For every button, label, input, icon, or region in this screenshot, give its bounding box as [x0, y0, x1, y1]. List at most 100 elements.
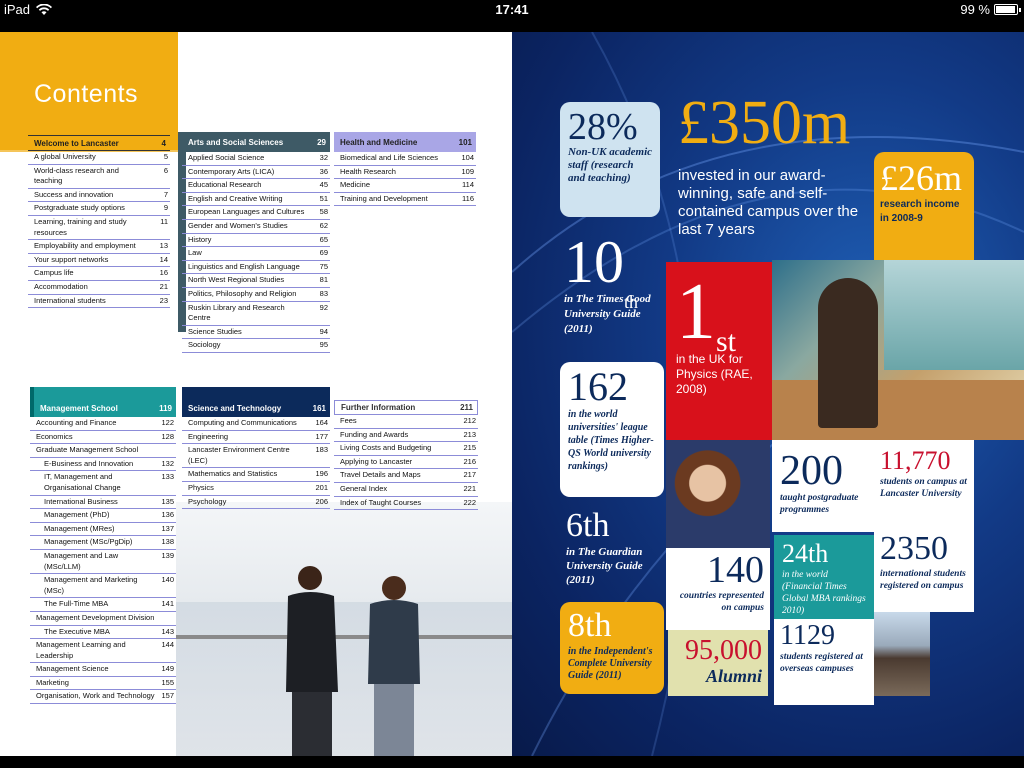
toc-entry[interactable]: Educational Research 45 — [182, 179, 330, 193]
toc-entry[interactable]: Management Learning and Leadership 144 — [30, 639, 176, 664]
toc-entry[interactable]: IT, Management and Organisational Change… — [30, 471, 176, 496]
toc-entry[interactable]: Politics, Philosophy and Religion 83 — [182, 288, 330, 302]
toc-entry[interactable]: Contemporary Arts (LICA) 36 — [182, 166, 330, 180]
toc-entry[interactable]: The Full-Time MBA 141 — [30, 598, 176, 612]
toc-entry[interactable]: Health Research 109 — [334, 166, 476, 180]
toc-entry-title: Mathematics and Statistics — [188, 469, 278, 479]
stat-mba-ranking: 24th in the world (Financial Times Global… — [774, 535, 874, 619]
toc-entry[interactable]: Law 69 — [182, 247, 330, 261]
toc-entry[interactable]: European Languages and Cultures 58 — [182, 206, 330, 220]
toc-entry-page: 69 — [319, 248, 328, 258]
toc-entry[interactable]: Graduate Management School — [30, 444, 176, 458]
section-header[interactable]: Science and Technology 161 — [182, 387, 330, 417]
toc-entry-page: 141 — [161, 599, 174, 609]
toc-entry[interactable]: Employability and employment 13 — [28, 240, 170, 254]
section-header[interactable]: Management School 119 — [30, 387, 176, 417]
stat-physics-ranking: 1st in the UK for Physics (RAE, 2008) — [666, 262, 772, 440]
toc-entry[interactable]: Index of Taught Courses 222 — [334, 497, 478, 511]
toc-entry[interactable]: Campus life 16 — [28, 267, 170, 281]
toc-entry[interactable]: Engineering 177 — [182, 431, 330, 445]
toc-entry[interactable]: Management and Law (MSc/LLM) 139 — [30, 550, 176, 575]
toc-entry-page: 155 — [161, 677, 174, 687]
person-figure-right — [368, 576, 420, 756]
toc-entry[interactable]: Lancaster Environment Centre (LEC) 183 — [182, 444, 330, 469]
facts-page[interactable]: 28% Non-UK academic staff (research and t… — [512, 32, 1024, 756]
section-header[interactable]: Health and Medicine 101 — [334, 132, 476, 152]
toc-entry[interactable]: English and Creative Writing 51 — [182, 193, 330, 207]
toc-entry[interactable]: Management (MSc/PgDip) 138 — [30, 536, 176, 550]
toc-entry[interactable]: Management Science 149 — [30, 663, 176, 677]
toc-entry[interactable]: Learning, training and study resources 11 — [28, 216, 170, 241]
section-header[interactable]: Arts and Social Sciences 29 — [182, 132, 330, 152]
toc-entry[interactable]: Biomedical and Life Sciences 104 — [334, 152, 476, 166]
toc-entry[interactable]: World-class research and teaching 6 — [28, 165, 170, 189]
toc-entry[interactable]: Postgraduate study options 9 — [28, 202, 170, 216]
toc-entry-title: Applied Social Science — [188, 153, 265, 162]
section-page: 211 — [460, 403, 473, 412]
toc-entry[interactable]: Fees 212 — [334, 415, 478, 429]
toc-entry-title: Law — [188, 248, 202, 258]
toc-entry[interactable]: Travel Details and Maps 217 — [334, 469, 478, 483]
toc-entry[interactable]: Psychology 206 — [182, 496, 330, 510]
toc-entry-title: The Full-Time MBA — [44, 599, 109, 609]
toc-entry[interactable]: Ruskin Library and Research Centre 92 — [182, 302, 330, 326]
toc-entry[interactable]: Funding and Awards 213 — [334, 429, 478, 443]
status-bar: iPad 17:41 99 % — [0, 0, 1024, 20]
stat-research-income: £26m research income in 2008-9 — [874, 152, 974, 260]
toc-entry-title: European Languages and Cultures — [188, 207, 305, 217]
toc-entry[interactable]: Success and innovation 7 — [28, 189, 170, 203]
section-header[interactable]: Welcome to Lancaster 4 — [28, 135, 170, 151]
toc-entry[interactable]: Training and Development 116 — [334, 193, 476, 207]
toc-entry[interactable]: Management (MRes) 137 — [30, 523, 176, 537]
toc-entry[interactable]: General Index 221 — [334, 483, 478, 497]
toc-science: Science and Technology 161 Computing and C… — [182, 387, 330, 510]
stat-overseas-students: 1129 students registered at overseas camp… — [774, 619, 874, 705]
toc-entry[interactable]: Organisation, Work and Technology 157 — [30, 690, 176, 705]
toc-entry-page: 196 — [315, 469, 328, 479]
toc-entry-title: E-Business and Innovation — [44, 458, 134, 468]
toc-entry[interactable]: Mathematics and Statistics 196 — [182, 468, 330, 482]
toc-entry-page: 95 — [319, 340, 328, 350]
toc-entry[interactable]: Economics 128 — [30, 431, 176, 445]
toc-entry[interactable]: Living Costs and Budgeting 215 — [334, 442, 478, 456]
toc-entry-page: 143 — [161, 626, 174, 636]
toc-entry[interactable]: Accommodation 21 — [28, 281, 170, 295]
stat-guardian-ranking: 6th in The Guardian University Guide (201… — [566, 507, 643, 586]
contents-page[interactable]: Contents Welcome to Lancaster 4 A global U… — [0, 32, 512, 756]
toc-entry[interactable]: The Executive MBA 143 — [30, 626, 176, 640]
stat-countries: 140 countries represented on campus — [666, 548, 770, 630]
toc-entry[interactable]: Your support networks 14 — [28, 254, 170, 268]
toc-entry-page: 157 — [161, 691, 174, 701]
toc-entry[interactable]: North West Regional Studies 81 — [182, 274, 330, 288]
toc-entry[interactable]: Physics 201 — [182, 482, 330, 496]
toc-entry-page: 138 — [161, 537, 174, 547]
toc-entry-page: 16 — [159, 268, 168, 278]
toc-entry[interactable]: Applying to Lancaster 216 — [334, 456, 478, 470]
toc-entry[interactable]: Management (PhD) 136 — [30, 509, 176, 523]
toc-entry[interactable]: International Business 135 — [30, 496, 176, 510]
person-figure-left — [286, 566, 338, 756]
toc-entry[interactable]: Computing and Communications 164 — [182, 417, 330, 431]
toc-entry[interactable]: Accounting and Finance 122 — [30, 417, 176, 431]
toc-entry[interactable]: History 65 — [182, 234, 330, 248]
section-title: Welcome to Lancaster — [34, 138, 119, 148]
toc-entry[interactable]: Medicine 114 — [334, 179, 476, 193]
toc-entry-page: 21 — [159, 281, 168, 291]
toc-entry[interactable]: International students 23 — [28, 295, 170, 309]
toc-entry-page: 81 — [319, 275, 328, 285]
toc-entry[interactable]: Linguistics and English Language 75 — [182, 261, 330, 275]
toc-entry-page: 109 — [461, 166, 474, 176]
section-header[interactable]: Further Information 211 — [334, 400, 478, 415]
toc-entry[interactable]: Management and Marketing (MSc) 140 — [30, 574, 176, 599]
toc-entry-title: Postgraduate study options — [34, 203, 125, 213]
toc-entry[interactable]: Gender and Women's Studies 62 — [182, 220, 330, 234]
toc-entry[interactable]: A global University 5 — [28, 151, 170, 165]
toc-entry[interactable]: Science Studies 94 — [182, 326, 330, 340]
toc-entry[interactable]: Applied Social Science 32 — [182, 152, 330, 166]
toc-entry[interactable]: Marketing 155 — [30, 677, 176, 691]
toc-entry[interactable]: E-Business and Innovation 132 — [30, 458, 176, 472]
section-page: 119 — [159, 404, 172, 413]
toc-entry[interactable]: Management Development Division — [30, 612, 176, 626]
toc-entry[interactable]: Sociology 95 — [182, 339, 330, 353]
toc-entry-page: 104 — [461, 153, 474, 162]
